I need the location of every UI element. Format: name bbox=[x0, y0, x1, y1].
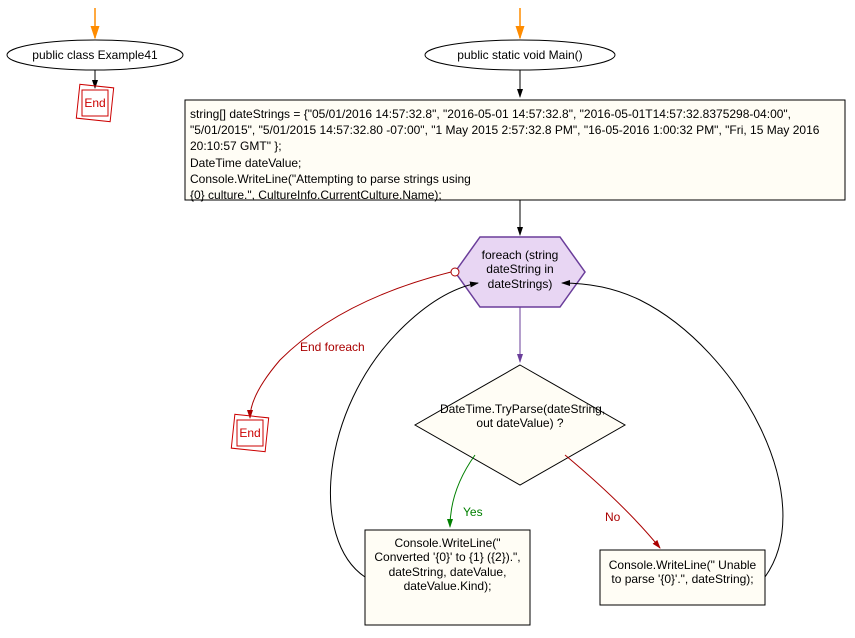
yes-block-node: Console.WriteLine(" Converted '{0}' to {… bbox=[370, 536, 525, 594]
end-foreach-label: End foreach bbox=[300, 340, 365, 354]
end-middle-node: End bbox=[238, 426, 262, 440]
no-label: No bbox=[605, 510, 620, 524]
code-block-node: string[] dateStrings = {"05/01/2016 14:5… bbox=[190, 106, 840, 203]
foreach-node: foreach (string dateString in dateString… bbox=[464, 248, 576, 291]
yes-label: Yes bbox=[463, 505, 483, 519]
no-block-node: Console.WriteLine(" Unable to parse '{0}… bbox=[605, 558, 760, 587]
class-decl-node: public class Example41 bbox=[20, 48, 170, 62]
end-left-node: End bbox=[83, 96, 107, 110]
decision-node: DateTime.TryParse(dateString, out dateVa… bbox=[440, 402, 600, 431]
main-decl-node: public static void Main() bbox=[426, 48, 614, 62]
